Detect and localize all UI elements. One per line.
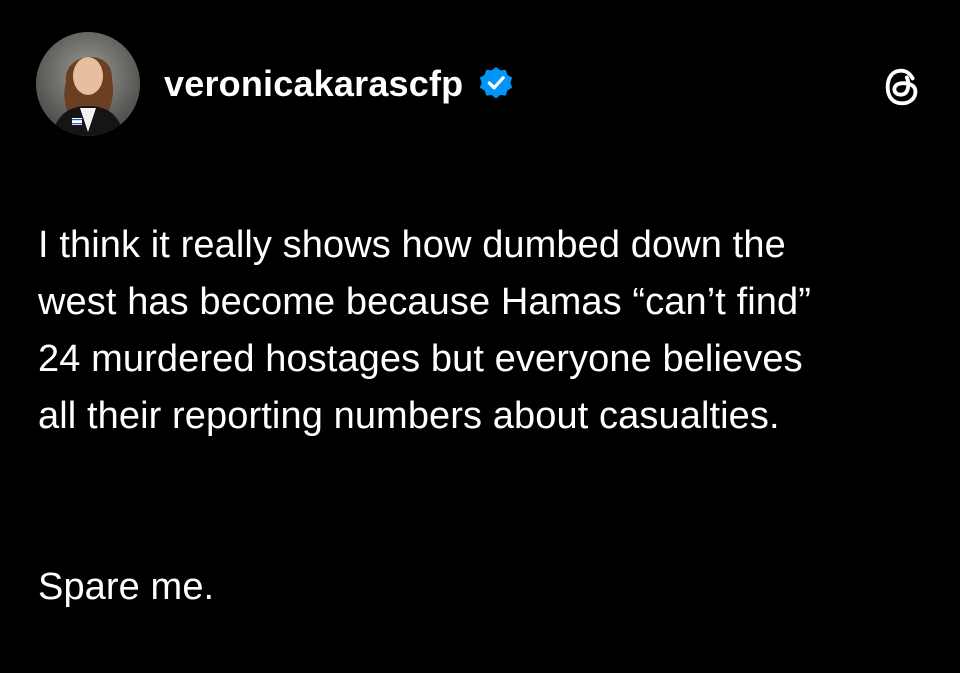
post-text-paragraph: Spare me. [38,566,215,608]
username-row: veronicakarascfp [164,62,515,106]
threads-post: veronicakarascfp I think it really shows… [0,0,960,608]
verified-badge-icon [477,65,515,103]
avatar[interactable] [36,32,140,136]
post-body: I think it really shows how dumbed down … [38,160,928,673]
username[interactable]: veronicakarascfp [164,62,463,106]
threads-logo-icon[interactable] [880,64,926,110]
avatar-image [36,32,140,136]
post-header: veronicakarascfp [36,32,926,136]
post-text-paragraph: I think it really shows how dumbed down … [38,224,812,437]
